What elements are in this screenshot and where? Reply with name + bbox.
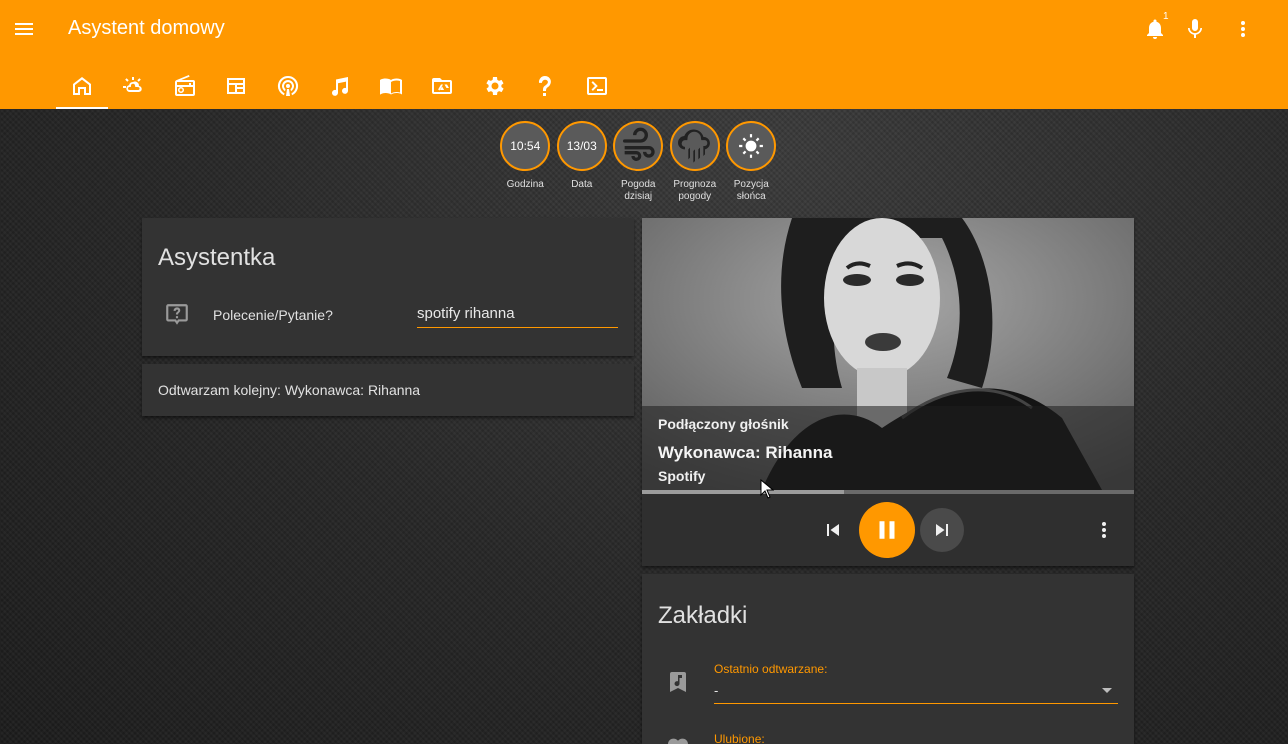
recent-select[interactable]: - <box>714 680 1118 704</box>
sun-icon <box>739 134 764 158</box>
notifications-button[interactable] <box>1135 9 1175 49</box>
more-vert-icon <box>1241 21 1245 37</box>
menu-icon <box>15 23 33 35</box>
mouse-cursor-icon <box>760 479 774 499</box>
badge-date-value: 13/03 <box>556 121 607 171</box>
assistant-title: Asystentka <box>158 244 276 271</box>
tab-calendar[interactable] <box>211 62 263 109</box>
favorites-label: Ulubione: <box>714 732 765 744</box>
calendar-view-icon <box>227 77 246 94</box>
media-more-button[interactable] <box>1084 510 1124 550</box>
tab-settings[interactable] <box>468 62 520 109</box>
media-player-card: Podłączony głośnik Wykonawca: Rihanna Sp… <box>642 218 1134 566</box>
play-pause-button[interactable] <box>859 502 915 558</box>
tab-help[interactable] <box>520 62 572 109</box>
wind-icon <box>623 127 655 161</box>
badge-forecast-label: Prognoza pogody <box>673 179 717 202</box>
tab-drive[interactable] <box>417 62 469 109</box>
assistant-reply-card: Odtwarzam kolejny: Wykonawca: Rihanna <box>142 364 634 416</box>
notification-count: 1 <box>1163 11 1169 22</box>
recent-label: Ostatnio odtwarzane: <box>714 662 828 676</box>
badge-weather-today[interactable]: Pogoda dzisiaj <box>610 121 667 203</box>
previous-track-button[interactable] <box>813 510 853 550</box>
media-source-app: Spotify <box>658 468 706 484</box>
tab-podcast[interactable] <box>262 62 314 109</box>
tab-books[interactable] <box>365 62 417 109</box>
tab-music[interactable] <box>314 62 366 109</box>
gear-icon <box>486 76 504 95</box>
podcast-icon <box>277 75 298 96</box>
weather-partly-cloudy-icon <box>123 76 142 92</box>
tab-weather[interactable] <box>108 62 160 109</box>
help-comment-icon <box>166 304 188 325</box>
assistant-reply: Odtwarzam kolejny: Wykonawca: Rihanna <box>158 382 421 398</box>
book-open-icon <box>379 78 402 95</box>
skip-previous-icon <box>827 524 839 536</box>
next-track-button[interactable] <box>920 508 964 552</box>
home-icon <box>72 76 91 95</box>
rain-cloud-icon <box>677 129 710 163</box>
radio-icon <box>174 74 195 96</box>
command-input[interactable]: spotify rihanna <box>417 302 618 328</box>
badge-time[interactable]: 10:54 Godzina <box>497 121 554 203</box>
badge-weather-today-label: Pogoda dzisiaj <box>621 179 656 202</box>
badge-date[interactable]: 13/03 Data <box>554 121 611 203</box>
question-mark-icon <box>539 75 552 96</box>
microphone-icon <box>1188 19 1202 38</box>
badge-row: 10:54 Godzina 13/03 Data Pogoda dzisiaj … <box>497 121 780 203</box>
more-menu-button[interactable] <box>1223 9 1263 49</box>
badge-time-value: 10:54 <box>500 121 551 171</box>
menu-button[interactable] <box>4 9 44 49</box>
media-progress-fill <box>642 490 844 494</box>
folder-drive-icon <box>432 77 453 94</box>
assistant-card: Asystentka Polecenie/Pytanie? spotify ri… <box>142 218 634 356</box>
recent-value: - <box>714 683 719 698</box>
badge-date-label: Data <box>571 179 593 190</box>
app-title: Asystent domowy <box>68 17 225 39</box>
badge-sun-label: Pozycja słońca <box>733 179 769 202</box>
tab-radio[interactable] <box>159 62 211 109</box>
console-icon <box>586 76 607 95</box>
skip-next-icon <box>936 524 948 536</box>
bookmarks-card: Zakładki Ostatnio odtwarzane: - Ulubione… <box>642 574 1134 744</box>
bookmarks-title: Zakładki <box>658 602 748 629</box>
command-label: Polecenie/Pytanie? <box>213 307 333 323</box>
media-progress-bar[interactable] <box>642 490 1134 494</box>
heart-icon <box>668 738 688 744</box>
badge-sun[interactable]: Pozycja słońca <box>723 121 780 203</box>
tab-home[interactable] <box>56 62 108 109</box>
media-device-name: Podłączony głośnik <box>658 416 789 432</box>
tab-console[interactable] <box>571 62 623 109</box>
more-vert-icon <box>1102 522 1106 538</box>
app-header: Asystent domowy 1 <box>0 0 1288 109</box>
microphone-button[interactable] <box>1175 9 1215 49</box>
music-note-icon <box>332 76 349 96</box>
music-bookmark-icon <box>670 672 686 692</box>
media-title: Wykonawca: Rihanna <box>658 443 833 462</box>
tab-bar <box>56 62 623 109</box>
badge-time-label: Godzina <box>506 179 544 190</box>
badge-forecast[interactable]: Prognoza pogody <box>667 121 724 203</box>
pause-icon <box>879 521 895 539</box>
dropdown-arrow-icon <box>1102 688 1112 693</box>
